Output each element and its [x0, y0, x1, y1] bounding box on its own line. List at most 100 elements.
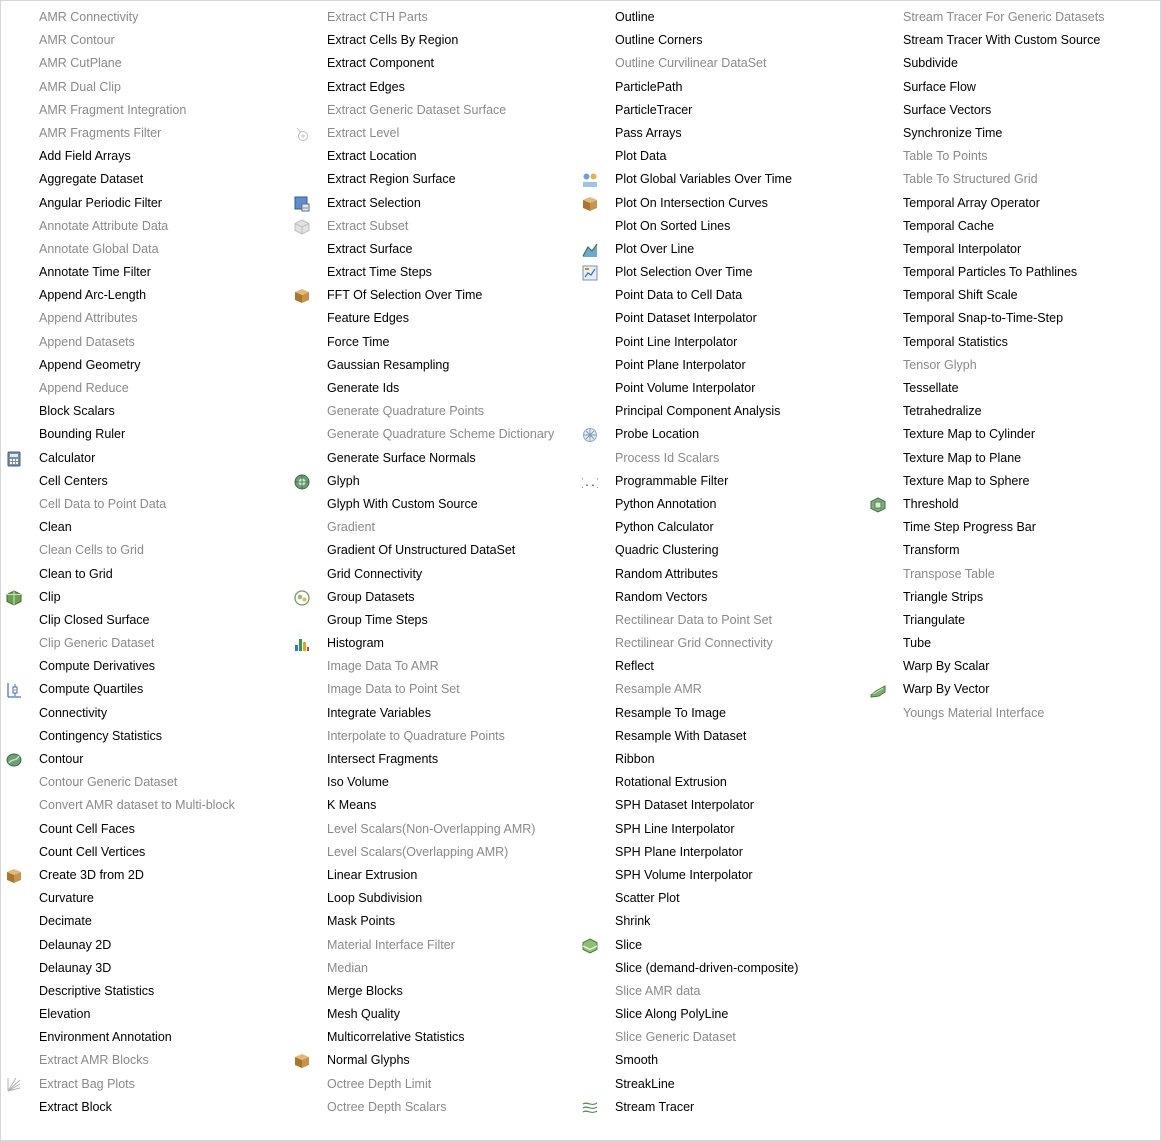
- menu-item-append-arc-length[interactable]: Append Arc-Length: [1, 284, 289, 307]
- menu-item-stream-tracer-with-custom-source[interactable]: Stream Tracer With Custom Source: [865, 29, 1153, 52]
- menu-item-force-time[interactable]: Force Time: [289, 331, 577, 354]
- menu-item-block-scalars[interactable]: Block Scalars: [1, 400, 289, 423]
- menu-item-bounding-ruler[interactable]: Bounding Ruler: [1, 423, 289, 446]
- menu-item-extract-cells-by-region[interactable]: Extract Cells By Region: [289, 29, 577, 52]
- menu-item-contingency-statistics[interactable]: Contingency Statistics: [1, 725, 289, 748]
- menu-item-extract-region-surface[interactable]: Extract Region Surface: [289, 168, 577, 191]
- menu-item-intersect-fragments[interactable]: Intersect Fragments: [289, 748, 577, 771]
- menu-item-particletracer[interactable]: ParticleTracer: [577, 99, 865, 122]
- menu-item-warp-by-vector[interactable]: Warp By Vector: [865, 678, 1153, 701]
- menu-item-append-geometry[interactable]: Append Geometry: [1, 354, 289, 377]
- menu-item-point-volume-interpolator[interactable]: Point Volume Interpolator: [577, 377, 865, 400]
- menu-item-threshold[interactable]: Threshold: [865, 493, 1153, 516]
- menu-item-pass-arrays[interactable]: Pass Arrays: [577, 122, 865, 145]
- menu-item-sph-line-interpolator[interactable]: SPH Line Interpolator: [577, 818, 865, 841]
- menu-item-shrink[interactable]: Shrink: [577, 910, 865, 933]
- menu-item-resample-to-image[interactable]: Resample To Image: [577, 702, 865, 725]
- menu-item-temporal-particles-to-pathlines[interactable]: Temporal Particles To Pathlines: [865, 261, 1153, 284]
- menu-item-generate-surface-normals[interactable]: Generate Surface Normals: [289, 447, 577, 470]
- menu-item-rotational-extrusion[interactable]: Rotational Extrusion: [577, 771, 865, 794]
- menu-item-resample-with-dataset[interactable]: Resample With Dataset: [577, 725, 865, 748]
- menu-item-tube[interactable]: Tube: [865, 632, 1153, 655]
- menu-item-group-time-steps[interactable]: Group Time Steps: [289, 609, 577, 632]
- menu-item-extract-component[interactable]: Extract Component: [289, 52, 577, 75]
- menu-item-decimate[interactable]: Decimate: [1, 910, 289, 933]
- menu-item-sph-plane-interpolator[interactable]: SPH Plane Interpolator: [577, 841, 865, 864]
- menu-item-k-means[interactable]: K Means: [289, 794, 577, 817]
- menu-item-point-line-interpolator[interactable]: Point Line Interpolator: [577, 331, 865, 354]
- menu-item-texture-map-to-sphere[interactable]: Texture Map to Sphere: [865, 470, 1153, 493]
- menu-item-outline-corners[interactable]: Outline Corners: [577, 29, 865, 52]
- menu-item-warp-by-scalar[interactable]: Warp By Scalar: [865, 655, 1153, 678]
- menu-item-multicorrelative-statistics[interactable]: Multicorrelative Statistics: [289, 1026, 577, 1049]
- menu-item-cell-centers[interactable]: Cell Centers: [1, 470, 289, 493]
- menu-item-tetrahedralize[interactable]: Tetrahedralize: [865, 400, 1153, 423]
- menu-item-calculator[interactable]: Calculator: [1, 447, 289, 470]
- menu-item-transform[interactable]: Transform: [865, 539, 1153, 562]
- menu-item-gaussian-resampling[interactable]: Gaussian Resampling: [289, 354, 577, 377]
- menu-item-plot-selection-over-time[interactable]: Plot Selection Over Time: [577, 261, 865, 284]
- menu-item-compute-derivatives[interactable]: Compute Derivatives: [1, 655, 289, 678]
- menu-item-clip[interactable]: Clip: [1, 586, 289, 609]
- menu-item-mask-points[interactable]: Mask Points: [289, 910, 577, 933]
- menu-item-time-step-progress-bar[interactable]: Time Step Progress Bar: [865, 516, 1153, 539]
- menu-item-angular-periodic-filter[interactable]: Angular Periodic Filter: [1, 192, 289, 215]
- menu-item-python-annotation[interactable]: Python Annotation: [577, 493, 865, 516]
- menu-item-extract-selection[interactable]: Extract Selection: [289, 192, 577, 215]
- menu-item-loop-subdivision[interactable]: Loop Subdivision: [289, 887, 577, 910]
- menu-item-ribbon[interactable]: Ribbon: [577, 748, 865, 771]
- menu-item-count-cell-vertices[interactable]: Count Cell Vertices: [1, 841, 289, 864]
- menu-item-point-dataset-interpolator[interactable]: Point Dataset Interpolator: [577, 307, 865, 330]
- menu-item-temporal-interpolator[interactable]: Temporal Interpolator: [865, 238, 1153, 261]
- menu-item-point-data-to-cell-data[interactable]: Point Data to Cell Data: [577, 284, 865, 307]
- menu-item-grid-connectivity[interactable]: Grid Connectivity: [289, 563, 577, 586]
- menu-item-texture-map-to-plane[interactable]: Texture Map to Plane: [865, 447, 1153, 470]
- menu-item-python-calculator[interactable]: Python Calculator: [577, 516, 865, 539]
- menu-item-programmable-filter[interactable]: {..} Programmable Filter: [577, 470, 865, 493]
- menu-item-temporal-array-operator[interactable]: Temporal Array Operator: [865, 192, 1153, 215]
- menu-item-linear-extrusion[interactable]: Linear Extrusion: [289, 864, 577, 887]
- menu-item-glyph-with-custom-source[interactable]: Glyph With Custom Source: [289, 493, 577, 516]
- menu-item-extract-surface[interactable]: Extract Surface: [289, 238, 577, 261]
- menu-item-triangle-strips[interactable]: Triangle Strips: [865, 586, 1153, 609]
- menu-item-mesh-quality[interactable]: Mesh Quality: [289, 1003, 577, 1026]
- menu-item-extract-time-steps[interactable]: Extract Time Steps: [289, 261, 577, 284]
- menu-item-plot-global-variables-over-time[interactable]: Plot Global Variables Over Time: [577, 168, 865, 191]
- menu-item-clean-to-grid[interactable]: Clean to Grid: [1, 563, 289, 586]
- menu-item-texture-map-to-cylinder[interactable]: Texture Map to Cylinder: [865, 423, 1153, 446]
- menu-item-stream-tracer[interactable]: Stream Tracer: [577, 1096, 865, 1119]
- menu-item-contour[interactable]: Contour: [1, 748, 289, 771]
- menu-item-connectivity[interactable]: Connectivity: [1, 702, 289, 725]
- menu-item-triangulate[interactable]: Triangulate: [865, 609, 1153, 632]
- menu-item-aggregate-dataset[interactable]: Aggregate Dataset: [1, 168, 289, 191]
- menu-item-reflect[interactable]: Reflect: [577, 655, 865, 678]
- menu-item-point-plane-interpolator[interactable]: Point Plane Interpolator: [577, 354, 865, 377]
- menu-item-normal-glyphs[interactable]: Normal Glyphs: [289, 1049, 577, 1072]
- menu-item-particlepath[interactable]: ParticlePath: [577, 76, 865, 99]
- menu-item-temporal-statistics[interactable]: Temporal Statistics: [865, 331, 1153, 354]
- menu-item-plot-on-sorted-lines[interactable]: Plot On Sorted Lines: [577, 215, 865, 238]
- menu-item-surface-flow[interactable]: Surface Flow: [865, 76, 1153, 99]
- menu-item-annotate-time-filter[interactable]: Annotate Time Filter: [1, 261, 289, 284]
- menu-item-delaunay-2d[interactable]: Delaunay 2D: [1, 934, 289, 957]
- menu-item-quadric-clustering[interactable]: Quadric Clustering: [577, 539, 865, 562]
- menu-item-slice-along-polyline[interactable]: Slice Along PolyLine: [577, 1003, 865, 1026]
- menu-item-gradient-of-unstructured-dataset[interactable]: Gradient Of Unstructured DataSet: [289, 539, 577, 562]
- menu-item-plot-data[interactable]: Plot Data: [577, 145, 865, 168]
- menu-item-glyph[interactable]: Glyph: [289, 470, 577, 493]
- menu-item-probe-location[interactable]: Probe Location: [577, 423, 865, 446]
- menu-item-clean[interactable]: Clean: [1, 516, 289, 539]
- menu-item-slice-demand-driven-composite[interactable]: Slice (demand-driven-composite): [577, 957, 865, 980]
- menu-item-descriptive-statistics[interactable]: Descriptive Statistics: [1, 980, 289, 1003]
- menu-item-sph-volume-interpolator[interactable]: SPH Volume Interpolator: [577, 864, 865, 887]
- menu-item-temporal-shift-scale[interactable]: Temporal Shift Scale: [865, 284, 1153, 307]
- menu-item-create-3d-from-2d[interactable]: Create 3D from 2D: [1, 864, 289, 887]
- menu-item-extract-edges[interactable]: Extract Edges: [289, 76, 577, 99]
- menu-item-iso-volume[interactable]: Iso Volume: [289, 771, 577, 794]
- menu-item-histogram[interactable]: Histogram: [289, 632, 577, 655]
- menu-item-elevation[interactable]: Elevation: [1, 1003, 289, 1026]
- menu-item-random-vectors[interactable]: Random Vectors: [577, 586, 865, 609]
- menu-item-outline[interactable]: Outline: [577, 6, 865, 29]
- menu-item-feature-edges[interactable]: Feature Edges: [289, 307, 577, 330]
- menu-item-principal-component-analysis[interactable]: Principal Component Analysis: [577, 400, 865, 423]
